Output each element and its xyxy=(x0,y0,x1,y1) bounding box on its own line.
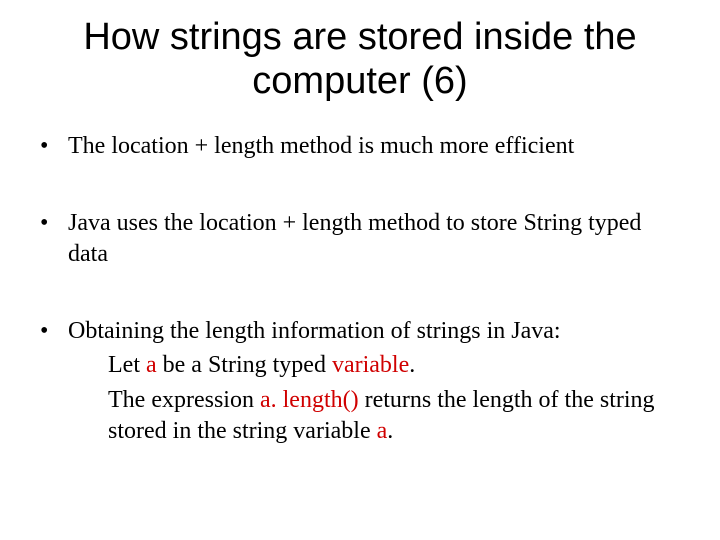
sub-1-part-b: be a String typed xyxy=(157,352,332,378)
sub-2-part-c: . xyxy=(387,418,393,444)
sub-line-2: The expression a. length() returns the l… xyxy=(108,385,680,446)
sub-2-red-a: a xyxy=(377,418,388,444)
sub-1-red-variable: variable xyxy=(332,352,409,378)
slide-title: How strings are stored inside the comput… xyxy=(40,16,680,103)
bullet-list: The location + length method is much mor… xyxy=(40,131,680,446)
slide: How strings are stored inside the comput… xyxy=(0,0,720,540)
sub-line-1: Let a be a String typed variable. xyxy=(108,350,680,381)
sub-1-part-a: Let xyxy=(108,352,146,378)
bullet-item-2: Java uses the location + length method t… xyxy=(40,208,680,269)
bullet-item-1: The location + length method is much mor… xyxy=(40,131,680,162)
sub-1-part-c: . xyxy=(409,352,415,378)
sub-2-part-a: The expression xyxy=(108,387,260,413)
sub-2-red-length: a. length() xyxy=(260,387,359,413)
bullet-3-text: Obtaining the length information of stri… xyxy=(68,318,561,344)
bullet-item-3: Obtaining the length information of stri… xyxy=(40,316,680,447)
sub-1-red-a: a xyxy=(146,352,157,378)
